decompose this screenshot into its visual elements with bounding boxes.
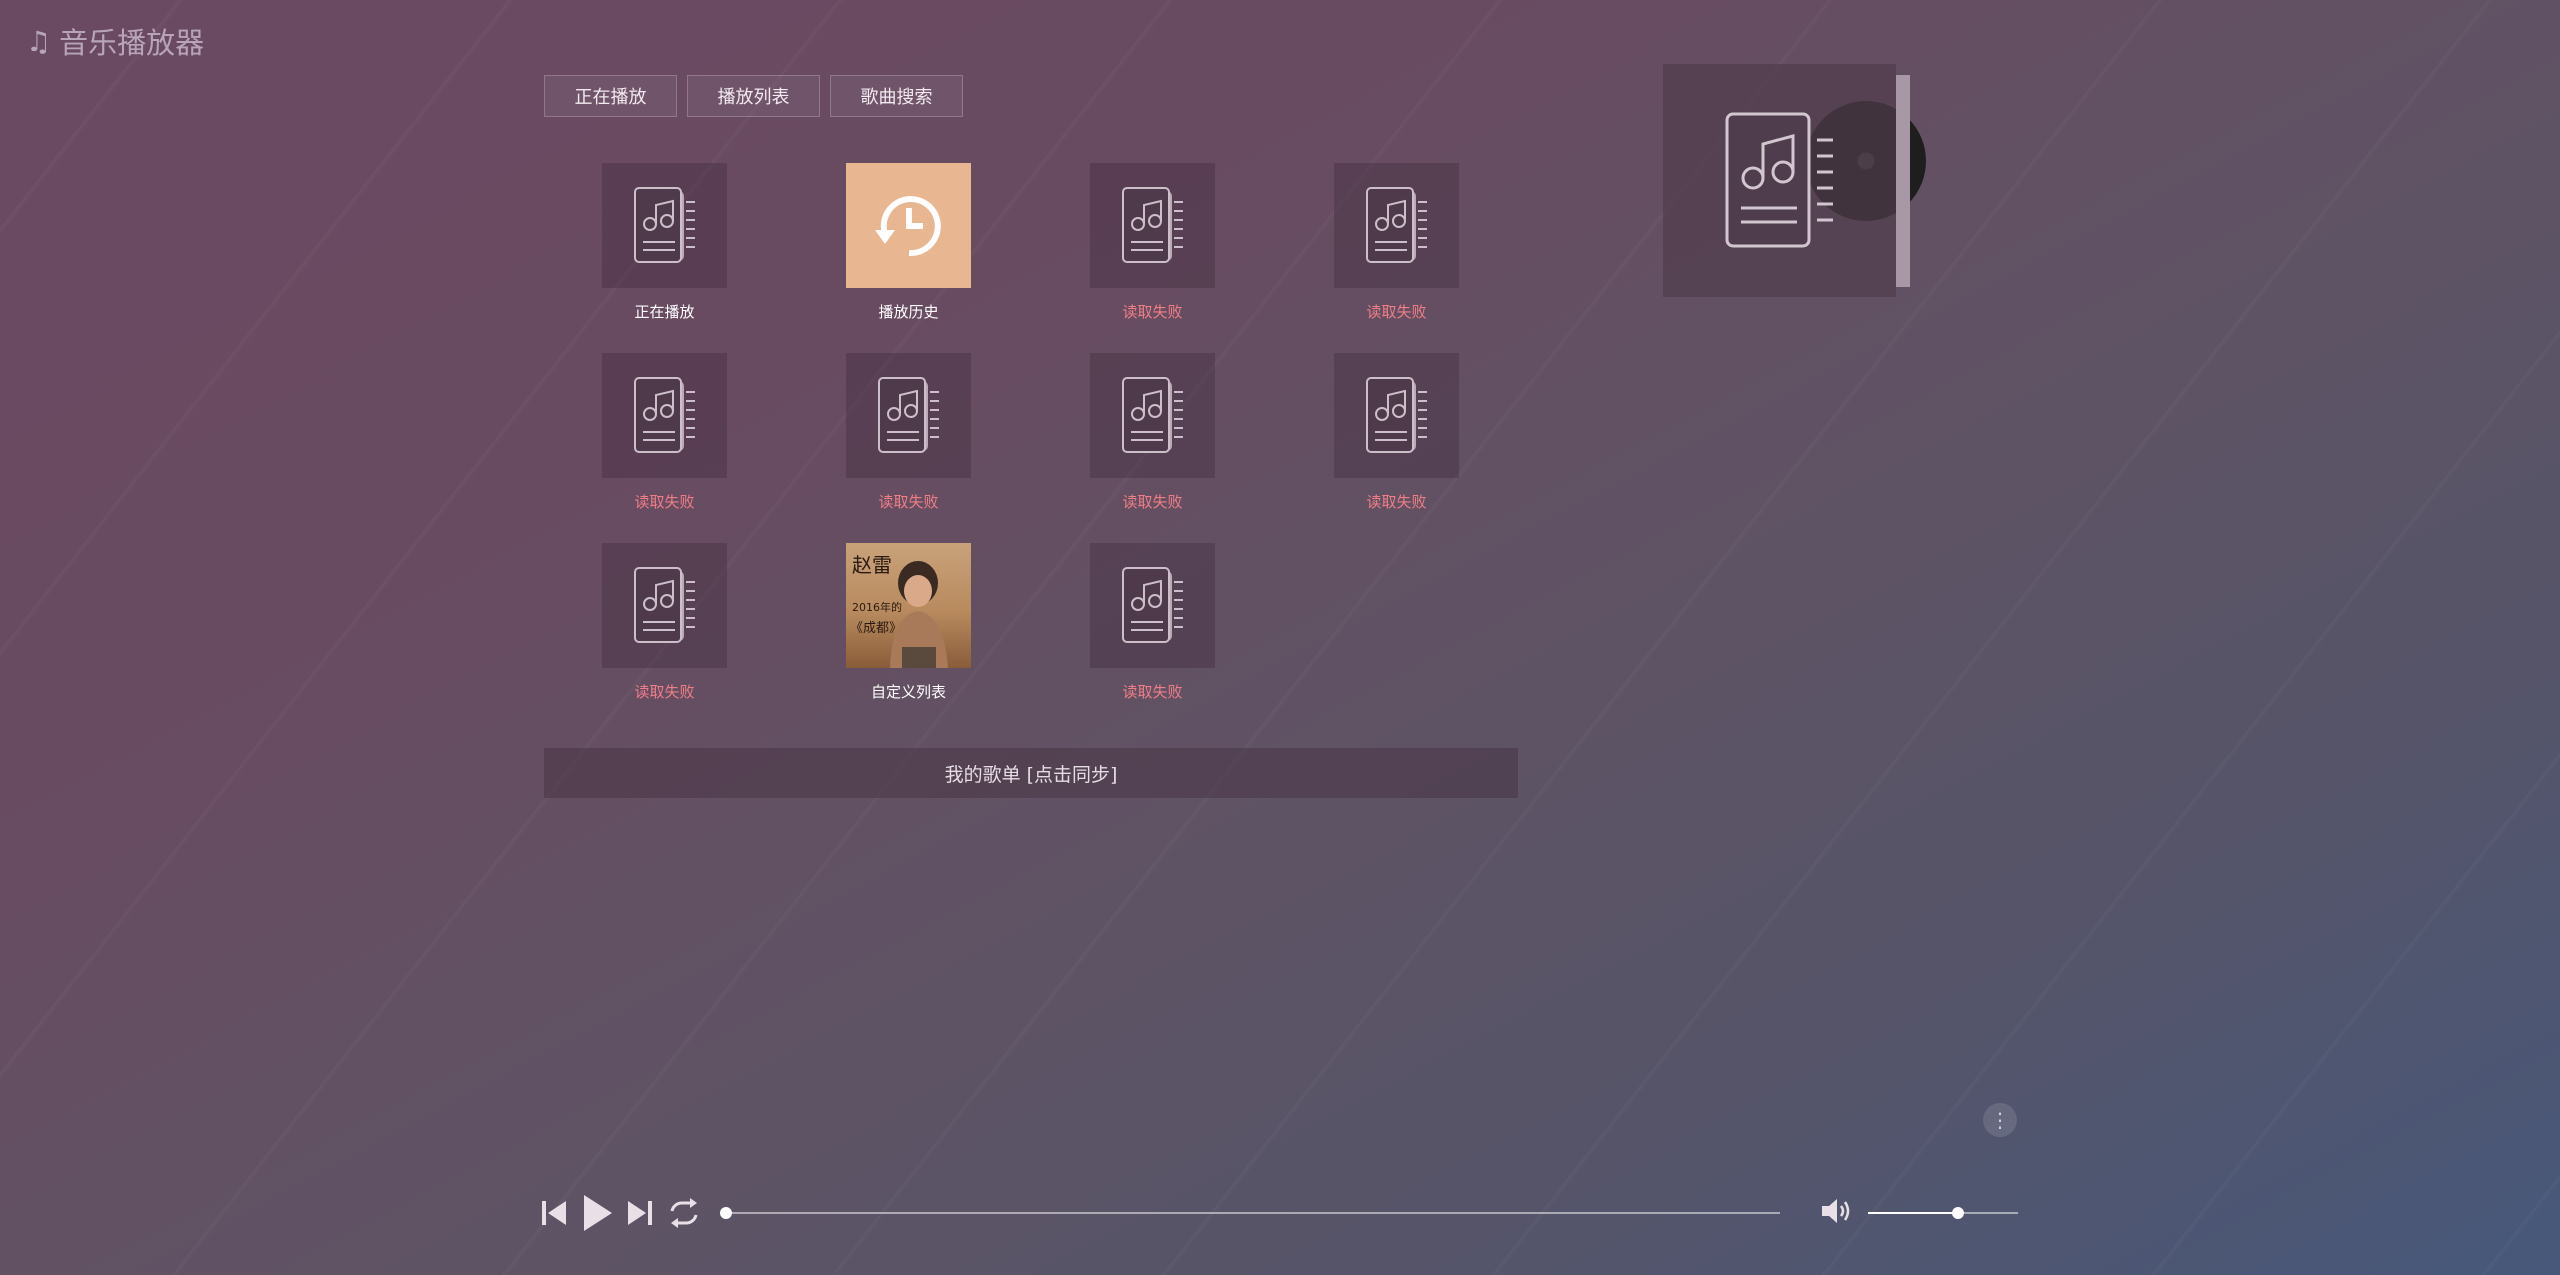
next-track-icon[interactable]	[626, 1198, 654, 1228]
app-title: ♫ 音乐播放器	[26, 20, 204, 62]
playlist-label: 正在播放	[634, 303, 695, 321]
playlist-cover[interactable]	[1090, 353, 1215, 478]
music-list-icon	[1365, 186, 1427, 263]
playlist-tile[interactable]: 读取失败	[1334, 353, 1459, 512]
music-list-icon	[633, 566, 695, 643]
playback-controls	[540, 1193, 702, 1233]
volume-slider[interactable]	[1868, 1204, 2018, 1222]
now-playing-cover[interactable]	[1663, 64, 1896, 297]
playlist-tile[interactable]: 读取失败	[1090, 163, 1215, 322]
playlist-tile[interactable]: 正在播放	[602, 163, 727, 322]
history-icon	[874, 195, 941, 256]
tab-now-playing[interactable]: 正在播放	[544, 75, 677, 117]
music-list-icon	[877, 376, 939, 453]
tab-song-search[interactable]: 歌曲搜索	[830, 75, 963, 117]
music-list-icon	[1121, 566, 1183, 643]
playlist-label: 读取失败	[1366, 303, 1427, 321]
volume-knob[interactable]	[1952, 1207, 1964, 1219]
sync-playlist-button[interactable]: 我的歌单 [点击同步]	[544, 748, 1518, 798]
playlist-tile[interactable]: 读取失败	[846, 353, 971, 512]
repeat-icon[interactable]	[666, 1197, 702, 1229]
music-note-icon: ♫	[26, 24, 52, 58]
playlist-label: 读取失败	[1122, 683, 1183, 701]
progress-slider[interactable]	[720, 1204, 1780, 1222]
music-list-icon	[1121, 186, 1183, 263]
playlist-tile[interactable]: 赵雷 2016年的 《成都》自定义列表	[846, 543, 971, 702]
playlist-cover[interactable]	[1334, 353, 1459, 478]
album-photo-subtitle: 2016年的	[852, 601, 902, 614]
tab-playlist[interactable]: 播放列表	[687, 75, 820, 117]
playlist-tile[interactable]: 读取失败	[602, 543, 727, 702]
music-list-icon	[633, 186, 695, 263]
cover-slot-divider	[1896, 75, 1910, 287]
playlist-cover[interactable]	[602, 163, 727, 288]
playlist-label: 读取失败	[1366, 493, 1427, 511]
playlist-cover[interactable]	[602, 543, 727, 668]
playlist-label: 读取失败	[634, 493, 695, 511]
album-photo-title: 赵雷	[852, 553, 892, 577]
playlist-cover[interactable]	[602, 353, 727, 478]
more-options-icon[interactable]: ⋮	[1983, 1103, 2017, 1137]
previous-track-icon[interactable]	[540, 1198, 568, 1228]
playlist-cover[interactable]	[846, 353, 971, 478]
music-list-icon	[1725, 112, 1833, 247]
play-icon[interactable]	[580, 1193, 614, 1233]
volume-fill	[1868, 1212, 1958, 1214]
playlist-tile[interactable]: 读取失败	[1090, 353, 1215, 512]
progress-track	[726, 1212, 1780, 1214]
music-list-icon	[633, 376, 695, 453]
album-photo-name: 《成都》	[850, 621, 903, 636]
playlist-label: 读取失败	[634, 683, 695, 701]
playlist-cover[interactable]	[1334, 163, 1459, 288]
background-streaks	[0, 0, 2560, 1275]
app-title-text: 音乐播放器	[59, 26, 205, 60]
playlist-label: 播放历史	[878, 303, 939, 321]
tab-bar: 正在播放 播放列表 歌曲搜索	[544, 75, 963, 117]
playlist-cover[interactable]	[846, 163, 971, 288]
music-list-icon	[1121, 376, 1183, 453]
playlist-cover[interactable]: 赵雷 2016年的 《成都》	[846, 543, 971, 668]
playlist-tile[interactable]: 读取失败	[602, 353, 727, 512]
music-list-icon	[1365, 376, 1427, 453]
playlist-label: 自定义列表	[870, 683, 946, 701]
progress-knob[interactable]	[720, 1207, 732, 1219]
playlist-tile[interactable]: 播放历史	[846, 163, 971, 322]
playlist-cover[interactable]	[1090, 543, 1215, 668]
playlist-label: 读取失败	[1122, 493, 1183, 511]
volume-icon[interactable]	[1820, 1196, 1854, 1230]
playlist-label: 读取失败	[1122, 303, 1183, 321]
playlist-tile[interactable]: 读取失败	[1334, 163, 1459, 322]
playlist-tile[interactable]: 读取失败	[1090, 543, 1215, 702]
playlist-cover[interactable]	[1090, 163, 1215, 288]
playlist-label: 读取失败	[878, 493, 939, 511]
